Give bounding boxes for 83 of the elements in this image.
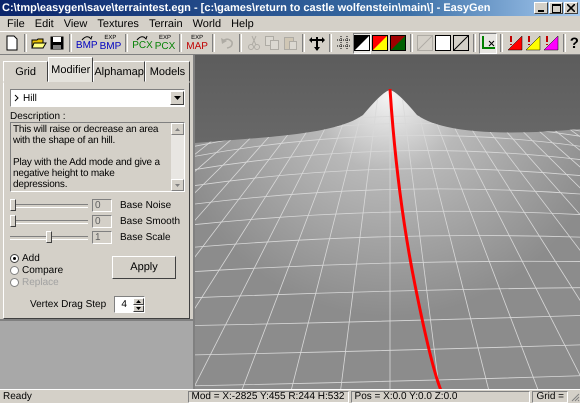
- slider[interactable]: [10, 214, 88, 228]
- slider[interactable]: [10, 198, 88, 212]
- radio-button[interactable]: [10, 254, 19, 262]
- up-arrow-icon: [175, 128, 180, 130]
- slider-label: Base Noise: [120, 200, 172, 210]
- scissors-icon: [246, 35, 262, 51]
- down-arrow-icon: [175, 184, 180, 186]
- swatch-icon: [354, 35, 370, 51]
- help-button[interactable]: ?: [568, 32, 580, 54]
- description-paragraph: This will raise or decrease an area with the shape of an hill.: [13, 124, 160, 146]
- value-field[interactable]: 1: [92, 230, 112, 244]
- window-title: C:\tmp\easygen\save\terraintest.egn - [c:\games\return to castle wolfenstein\main\] - EasyGen: [2, 2, 490, 14]
- tab[interactable]: Models: [144, 61, 190, 82]
- up-arrow-icon: [136, 300, 142, 302]
- slider-label: Base Smooth: [120, 216, 180, 226]
- triangle-icon: [524, 35, 541, 51]
- triangle-icon: [506, 35, 523, 51]
- menu-item[interactable]: Terrain: [144, 18, 188, 30]
- radio-label[interactable]: Compare: [22, 264, 64, 276]
- new-file-icon: [4, 35, 20, 51]
- swatch-icon: [390, 35, 406, 51]
- status-bar-field: Ready: [0, 390, 186, 402]
- menu-item[interactable]: View: [58, 18, 92, 30]
- menu-item[interactable]: File: [2, 18, 30, 30]
- curved-arrow-icon: [80, 35, 93, 41]
- radio-button[interactable]: [10, 266, 19, 274]
- status-bar-field: Pos = X:0.0 Y:0.0 Z:0.0: [350, 390, 530, 402]
- toolbar-button[interactable]: [370, 32, 389, 54]
- value-field[interactable]: 0: [92, 198, 112, 212]
- slider-thumb[interactable]: [10, 199, 16, 211]
- vertex-drag-step-label: Vertex Drag Step: [30, 299, 106, 310]
- undo-icon: [218, 35, 235, 51]
- toolbar-button[interactable]: [352, 32, 371, 54]
- modifier-dropdown[interactable]: Hill: [10, 89, 185, 107]
- value-field[interactable]: 0: [92, 214, 112, 228]
- close-icon: [567, 4, 575, 12]
- maximize-icon: [552, 4, 560, 12]
- triangle-icon: [542, 35, 559, 51]
- tab[interactable]: Modifier: [48, 57, 94, 82]
- toolbar-button[interactable]: [388, 32, 407, 54]
- menu-item[interactable]: Edit: [30, 18, 59, 30]
- menu-item[interactable]: World: [188, 18, 226, 30]
- toolbar-button[interactable]: [478, 32, 497, 54]
- dropdown-arrow-button[interactable]: [170, 91, 184, 105]
- swatch-icon: [372, 35, 388, 51]
- caret-icon: [174, 96, 180, 100]
- square-icon: [434, 35, 451, 51]
- move-arrows-icon: [308, 35, 325, 51]
- slider-thumb[interactable]: [10, 215, 16, 227]
- tab[interactable]: Alphamap: [93, 61, 145, 82]
- curved-arrow-icon: [136, 35, 148, 41]
- grid-icon: [336, 35, 352, 51]
- axis-icon: [480, 35, 496, 51]
- tab[interactable]: Grid: [3, 61, 48, 82]
- down-arrow-icon: [136, 306, 142, 310]
- close-button[interactable]: [564, 2, 578, 14]
- slider-label: Base Scale: [120, 232, 171, 242]
- minimize-button[interactable]: [534, 2, 548, 14]
- maximize-button[interactable]: [549, 2, 563, 14]
- apply-button[interactable]: Apply: [112, 256, 176, 278]
- radio-label[interactable]: Add: [22, 252, 40, 264]
- scroll-bar[interactable]: [171, 123, 184, 191]
- slashed-square-icon: [416, 35, 433, 51]
- description-label: Description :: [10, 111, 67, 122]
- slashed-square-icon: [452, 35, 469, 51]
- resize-grip-icon: [570, 392, 580, 402]
- status-bar-field: Mod = X:-2825 Y:455 R:244 H:532: [188, 390, 349, 402]
- terrain-viewport-drawing[interactable]: [195, 55, 580, 389]
- copy-icon: [264, 35, 280, 51]
- slider[interactable]: [10, 230, 88, 244]
- chevron-icon: [14, 94, 20, 102]
- description-text-area[interactable]: This will raise or decrease an area with the shape of an hill. Play with the Add mode and give a negative height to make depressions.: [10, 122, 185, 192]
- menu-item[interactable]: Help: [226, 18, 259, 30]
- spin-up-button[interactable]: [133, 298, 144, 304]
- menu-item[interactable]: Textures: [92, 18, 144, 30]
- paste-icon: [282, 35, 298, 51]
- toolbar-button[interactable]: [434, 32, 452, 54]
- slider-thumb[interactable]: [46, 231, 52, 243]
- status-bar-field: Grid =: [532, 390, 568, 402]
- description-paragraph: Play with the Add mode and give a negative height to make depressions.: [13, 157, 161, 190]
- spin-field[interactable]: 4: [114, 296, 146, 313]
- toolbar-button[interactable]: [452, 32, 470, 54]
- import-button[interactable]: BMP: [74, 32, 99, 54]
